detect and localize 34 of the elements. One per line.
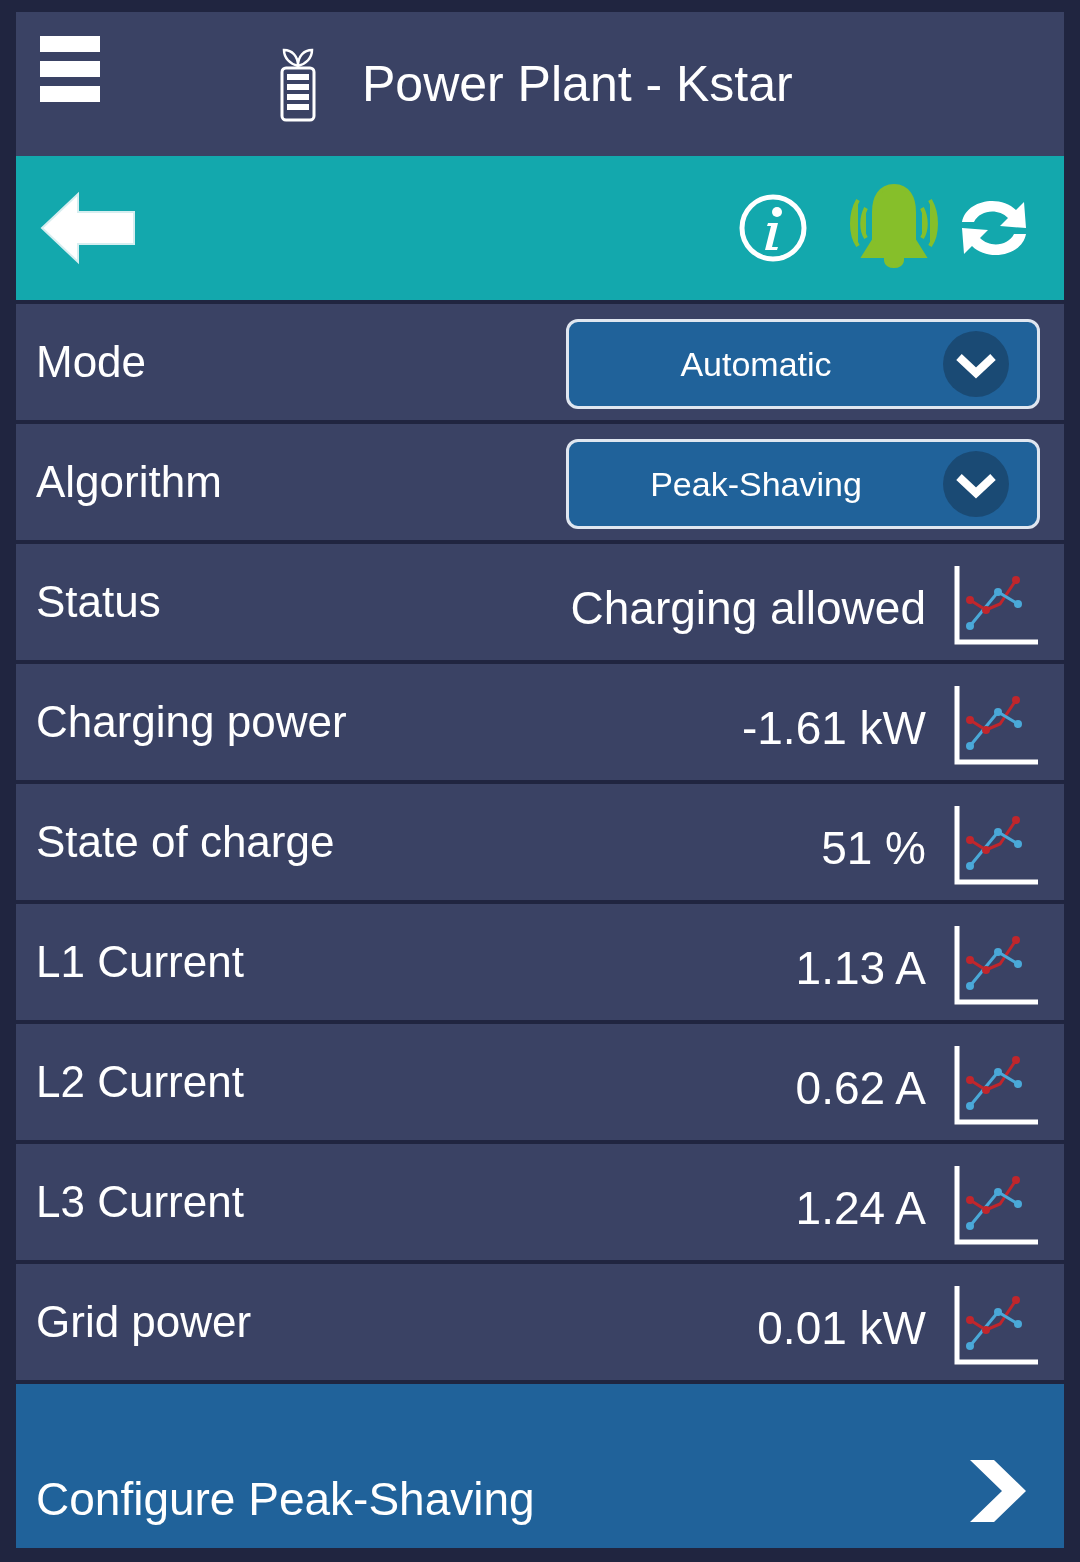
row-label: L2 Current <box>36 1057 245 1107</box>
row-label: L1 Current <box>36 937 245 987</box>
row-value: 1.24 A <box>795 1181 926 1235</box>
back-arrow-icon[interactable] <box>38 190 138 266</box>
battery-plant-icon <box>278 46 318 122</box>
row-value: 0.62 A <box>795 1061 926 1115</box>
dropdown[interactable]: Peak-Shaving <box>566 439 1040 529</box>
line-chart-icon[interactable] <box>954 804 1040 886</box>
dropdown[interactable]: Automatic <box>566 319 1040 409</box>
row-label: L3 Current <box>36 1177 245 1227</box>
configure-button[interactable]: Configure Peak-Shaving <box>16 1384 1064 1548</box>
row-label: Grid power <box>36 1297 253 1347</box>
chevron-right-icon <box>970 1460 1026 1522</box>
row-value: Charging allowed <box>570 581 926 635</box>
line-chart-icon[interactable] <box>954 564 1040 646</box>
info-icon[interactable] <box>738 193 808 263</box>
chevron-down-icon <box>943 451 1009 517</box>
row-label: Charging power <box>36 697 348 747</box>
window-title: Power Plant - Kstar <box>362 55 793 113</box>
line-chart-icon[interactable] <box>954 1044 1040 1126</box>
chevron-down-icon <box>943 331 1009 397</box>
line-chart-icon[interactable] <box>954 1284 1040 1366</box>
row-value: 51 % <box>821 821 926 875</box>
row-value: 0.01 kW <box>757 1301 926 1355</box>
line-chart-icon[interactable] <box>954 1164 1040 1246</box>
row-value: -1.61 kW <box>741 701 926 755</box>
row-label: Algorithm <box>36 457 223 507</box>
row-label: Status <box>36 577 162 627</box>
line-chart-icon[interactable] <box>954 684 1040 766</box>
row-value: 1.13 A <box>795 941 926 995</box>
row-label: State of charge <box>36 817 336 867</box>
line-chart-icon[interactable] <box>954 924 1040 1006</box>
menu-icon[interactable] <box>40 36 100 102</box>
row-label: Mode <box>36 337 148 387</box>
